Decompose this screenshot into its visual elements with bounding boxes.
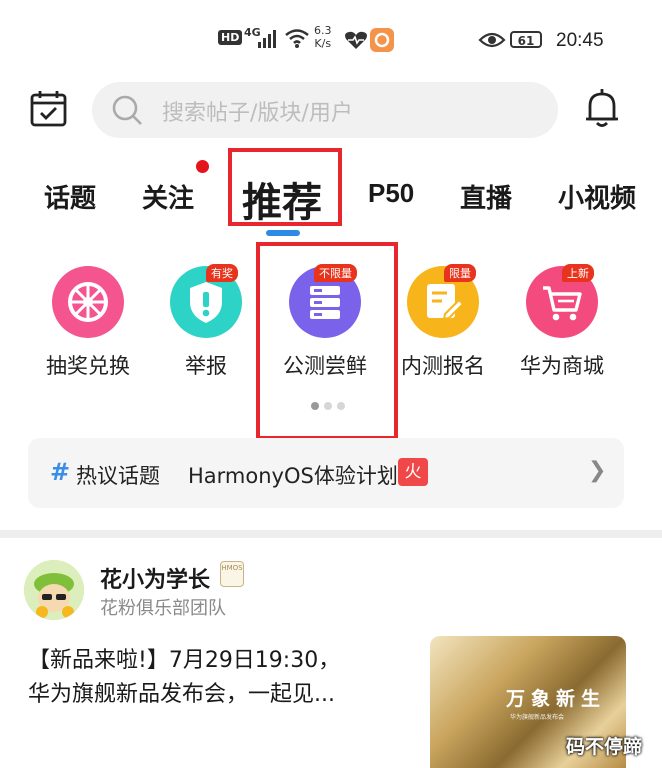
- clock: 20:45: [556, 30, 604, 51]
- active-tab-indicator: [266, 230, 300, 236]
- hot-topic-title[interactable]: HarmonyOS体验计划: [188, 460, 398, 490]
- store-label: 华为商城: [520, 354, 604, 378]
- heart-rate-icon: [345, 31, 367, 49]
- app-notification-icon: [370, 28, 394, 52]
- speed-unit: K/s: [314, 37, 332, 50]
- hot-topic-bar[interactable]: # 热议话题 HarmonyOS体验计划 火 ❯: [28, 438, 624, 508]
- wheel-icon: [68, 282, 108, 322]
- speed-value: 6.3: [314, 24, 332, 37]
- battery-icon: 61: [510, 31, 542, 48]
- search-icon: [112, 95, 142, 125]
- tab-live[interactable]: 直播: [460, 178, 512, 215]
- pager-dot-active: [311, 402, 319, 410]
- hmos-badge: HMOS: [220, 561, 244, 587]
- eye-comfort-icon: [478, 32, 506, 48]
- public-beta-badge: 不限量: [314, 264, 357, 282]
- tab-p50[interactable]: P50: [368, 178, 414, 209]
- store-badge: 上新: [562, 264, 594, 282]
- fire-badge: 火: [398, 458, 428, 486]
- wifi-icon: [285, 29, 309, 48]
- notification-dot: [196, 160, 209, 173]
- avatar[interactable]: [24, 560, 84, 620]
- status-bar: HD 4G 6.3 K/s 61 20:45: [0, 0, 662, 80]
- tab-following[interactable]: 关注: [142, 178, 194, 215]
- hd-indicator: HD: [218, 30, 243, 45]
- thumbnail-subtitle: 华为旗舰新品发布会: [510, 714, 565, 721]
- signal-icon: [258, 30, 276, 48]
- internal-beta-badge: 限量: [444, 264, 476, 282]
- hash-icon: #: [50, 458, 71, 486]
- lottery-button[interactable]: [52, 266, 124, 338]
- search-bar[interactable]: 搜索帖子/版块/用户: [92, 82, 558, 138]
- watermark: 码不停蹄: [566, 736, 643, 758]
- pager-dot: [324, 402, 332, 410]
- tab-topics[interactable]: 话题: [44, 178, 96, 215]
- internal-beta-label: 内测报名: [401, 354, 485, 378]
- bell-icon[interactable]: [584, 88, 620, 130]
- thumbnail-title: 万象新生: [506, 688, 607, 710]
- tab-short-video[interactable]: 小视频: [558, 178, 662, 215]
- author-team: 花粉俱乐部团队: [100, 598, 226, 619]
- search-input[interactable]: 搜索帖子/版块/用户: [162, 95, 353, 127]
- avatar-image: [24, 560, 84, 620]
- post-text-line: 华为旗舰新品发布会，一起见...: [28, 682, 335, 707]
- pager-dot: [337, 402, 345, 410]
- hot-topic-label: 热议话题: [76, 464, 160, 488]
- network-speed: 6.3 K/s: [314, 24, 332, 50]
- chevron-right-icon[interactable]: ❯: [588, 458, 606, 483]
- tab-recommend[interactable]: 推荐: [242, 170, 322, 228]
- lottery-label: 抽奖兑换: [46, 354, 130, 378]
- report-badge: 有奖: [206, 264, 238, 282]
- author-name[interactable]: 花小为学长: [100, 562, 210, 594]
- post-text[interactable]: 【新品来啦!】7月29日19:30， 华为旗舰新品发布会，一起见...: [28, 644, 418, 712]
- calendar-checkin-icon[interactable]: [30, 90, 68, 128]
- report-label: 举报: [185, 354, 227, 378]
- post-text-line: 【新品来啦!】7月29日19:30，: [28, 648, 341, 673]
- public-beta-label: 公测尝鲜: [283, 354, 367, 378]
